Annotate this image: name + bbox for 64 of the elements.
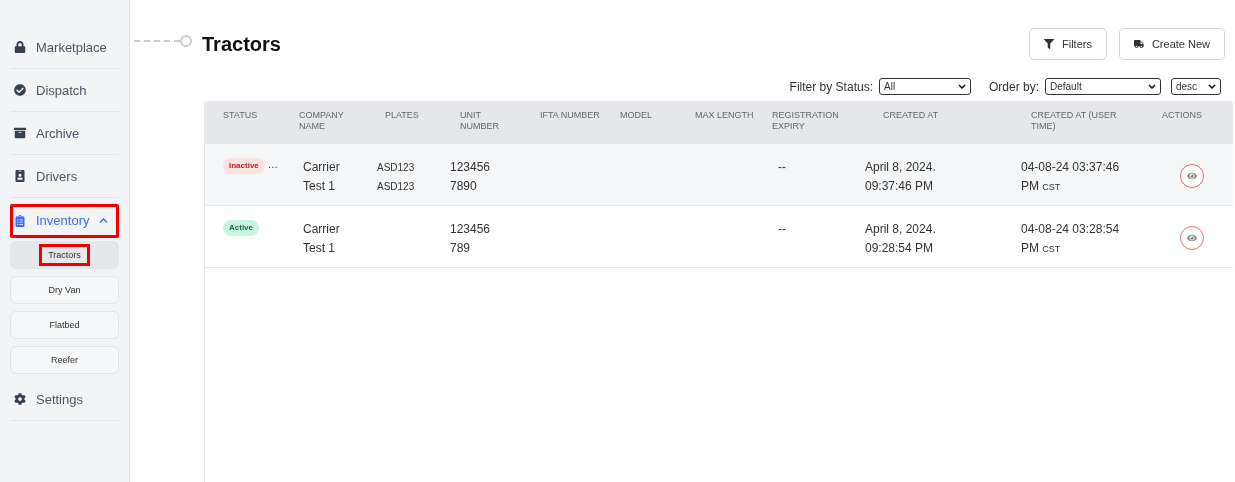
toolbar-button[interactable]: Filters: [1028, 28, 1107, 60]
column-header: ACTIONS: [1162, 110, 1203, 121]
table-cell-text: Carrier Test 1: [303, 159, 341, 195]
lock-icon: [14, 41, 26, 53]
eye-icon: [1187, 171, 1197, 181]
truck-icon: [1133, 39, 1144, 49]
sidebar-item[interactable]: Inventory: [10, 204, 119, 238]
submenu-item[interactable]: Tractors: [10, 241, 119, 269]
table-cell-text: Carrier Test 1: [303, 221, 341, 257]
submenu-label: Tractors: [42, 247, 87, 263]
direction-select[interactable]: desc: [1171, 78, 1221, 95]
id-card-icon: [14, 170, 26, 182]
submenu-item[interactable]: Dry Van: [10, 276, 119, 304]
order-select[interactable]: Default: [1045, 78, 1161, 95]
column-header: UNIT NUMBER: [460, 110, 500, 132]
plate-text: ASD123: [377, 161, 416, 175]
toolbar-button[interactable]: Create New: [1118, 28, 1225, 60]
sidebar-item[interactable]: Archive: [10, 112, 119, 155]
status-badge: Inactive: [223, 158, 265, 174]
filter-label: Filter by Status:: [789, 79, 873, 94]
dashed-line-icon: [134, 35, 194, 47]
column-header: IFTA NUMBER: [540, 110, 600, 121]
status-select[interactable]: All: [879, 78, 971, 95]
clipboard-icon: [14, 214, 26, 227]
table-cell-text: --: [777, 221, 787, 238]
table-cell-text: 1234567890: [450, 159, 491, 195]
submenu-label: Dry Van: [47, 284, 82, 297]
sidebar-item[interactable]: Drivers: [10, 155, 119, 198]
page-title: Tractors: [202, 32, 281, 56]
submenu-item[interactable]: Flatbed: [10, 311, 119, 339]
archive-box-icon: [14, 127, 26, 139]
order-label: Order by:: [989, 79, 1039, 94]
submenu-label: Flatbed: [48, 319, 81, 332]
column-header: MAX LENGTH: [695, 110, 754, 121]
sidebar-item[interactable]: Settings: [10, 378, 119, 421]
submenu-label: Reefer: [50, 354, 79, 367]
submenu-item[interactable]: Reefer: [10, 346, 119, 374]
table-cell-text: 123456789: [450, 221, 491, 257]
filter-icon: [1043, 39, 1054, 49]
column-header: REGISTRATION EXPIRY: [772, 110, 840, 132]
sidebar-item[interactable]: Dispatch: [10, 69, 119, 112]
column-header: CREATED AT: [883, 110, 940, 121]
column-header: PLATES: [385, 110, 420, 121]
column-header: COMPANY NAME: [299, 110, 345, 132]
eye-icon: [1187, 233, 1197, 243]
caret-icon: [1148, 84, 1156, 89]
column-header: STATUS: [223, 110, 259, 121]
view-button[interactable]: [1180, 164, 1204, 188]
caret-icon: [1208, 84, 1216, 89]
column-header: MODEL: [620, 110, 653, 121]
column-header: CREATED AT (USER TIME): [1031, 110, 1118, 132]
caret-icon: [958, 84, 966, 89]
settings-icon: [14, 393, 26, 405]
view-button[interactable]: [1180, 226, 1204, 250]
ellipsis: …: [267, 158, 278, 172]
table-cell-text: --: [777, 159, 787, 176]
table-cell-text: 04-08-24 03:28:54 PM CST: [1021, 221, 1121, 257]
table-cell-text: April 8, 2024. 09:37:46 PM: [865, 159, 937, 195]
sidebar-item[interactable]: Marketplace: [10, 26, 119, 69]
table-cell-text: 04-08-24 03:37:46 PM CST: [1021, 159, 1121, 195]
plate-text: ASD123: [377, 180, 416, 194]
status-badge: Active: [223, 220, 259, 236]
chevron-icon: [99, 216, 109, 225]
table-cell-text: April 8, 2024. 09:28:54 PM: [865, 221, 937, 257]
